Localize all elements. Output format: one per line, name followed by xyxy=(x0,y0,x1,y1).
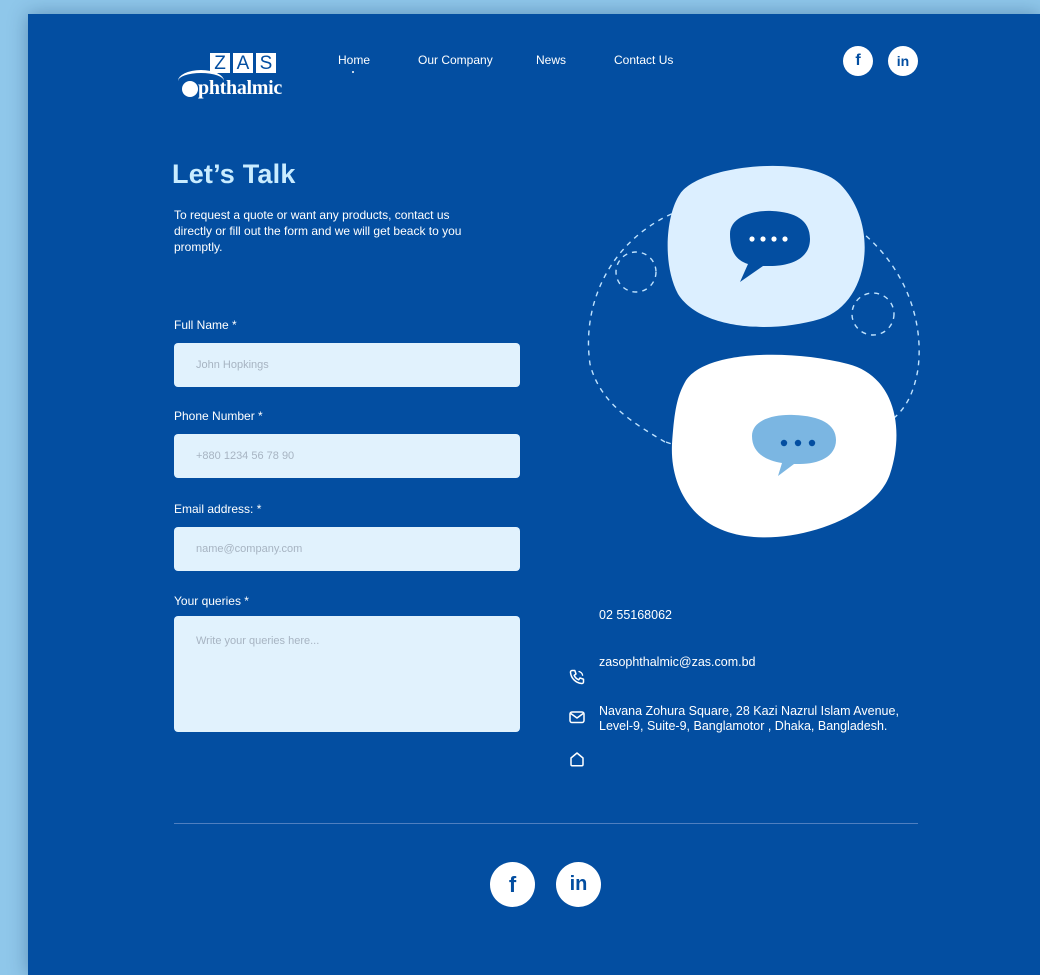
zas-ophthalmic-logo[interactable]: Z A S phthalmic xyxy=(178,52,298,102)
nav-item-home[interactable]: Home xyxy=(338,53,371,73)
contact-address: Navana Zohura Square, 28 Kazi Nazrul Isl… xyxy=(599,704,899,733)
logo-eye-mark xyxy=(182,81,198,97)
active-indicator xyxy=(352,71,354,73)
nav-item-our-company[interactable]: Our Company xyxy=(418,53,493,67)
logo-letter-a: A xyxy=(232,52,254,74)
nav-item-news[interactable]: News xyxy=(536,53,566,67)
email-label: Email address: * xyxy=(174,502,262,516)
queries-label: Your queries * xyxy=(174,594,249,608)
phone-input[interactable] xyxy=(174,434,520,478)
nav-item-contact-us[interactable]: Contact Us xyxy=(614,53,673,67)
email-input[interactable] xyxy=(174,527,520,571)
intro-text: To request a quote or want any products,… xyxy=(174,208,462,254)
dashed-ring-right xyxy=(851,292,895,336)
footer-facebook-icon[interactable]: f xyxy=(490,862,535,907)
queries-textarea[interactable] xyxy=(174,616,520,732)
full-name-label: Full Name * xyxy=(174,318,237,332)
logo-letter-s: S xyxy=(255,52,277,74)
contact-page: Z A S phthalmic Home Our Company News Co… xyxy=(28,14,1040,975)
facebook-icon[interactable]: f xyxy=(843,46,873,76)
phone-label: Phone Number * xyxy=(174,409,263,423)
logo-wordmark: phthalmic xyxy=(198,77,282,99)
nav-label-home: Home xyxy=(338,53,371,67)
chat-illustration xyxy=(587,165,920,538)
footer-divider xyxy=(174,823,918,824)
mail-icon xyxy=(569,711,585,724)
contact-email[interactable]: zasophthalmic@zas.com.bd xyxy=(599,655,756,670)
linkedin-icon[interactable]: in xyxy=(888,46,918,76)
page-title: Let’s Talk xyxy=(172,159,296,189)
contact-phone-number[interactable]: 02 55168062 xyxy=(599,608,672,623)
footer-linkedin-icon[interactable]: in xyxy=(556,862,601,907)
full-name-input[interactable] xyxy=(174,343,520,387)
typing-dots-bottom xyxy=(780,439,816,447)
home-icon xyxy=(570,752,584,767)
dashed-ring-left xyxy=(615,251,657,293)
phone-icon xyxy=(569,669,585,685)
